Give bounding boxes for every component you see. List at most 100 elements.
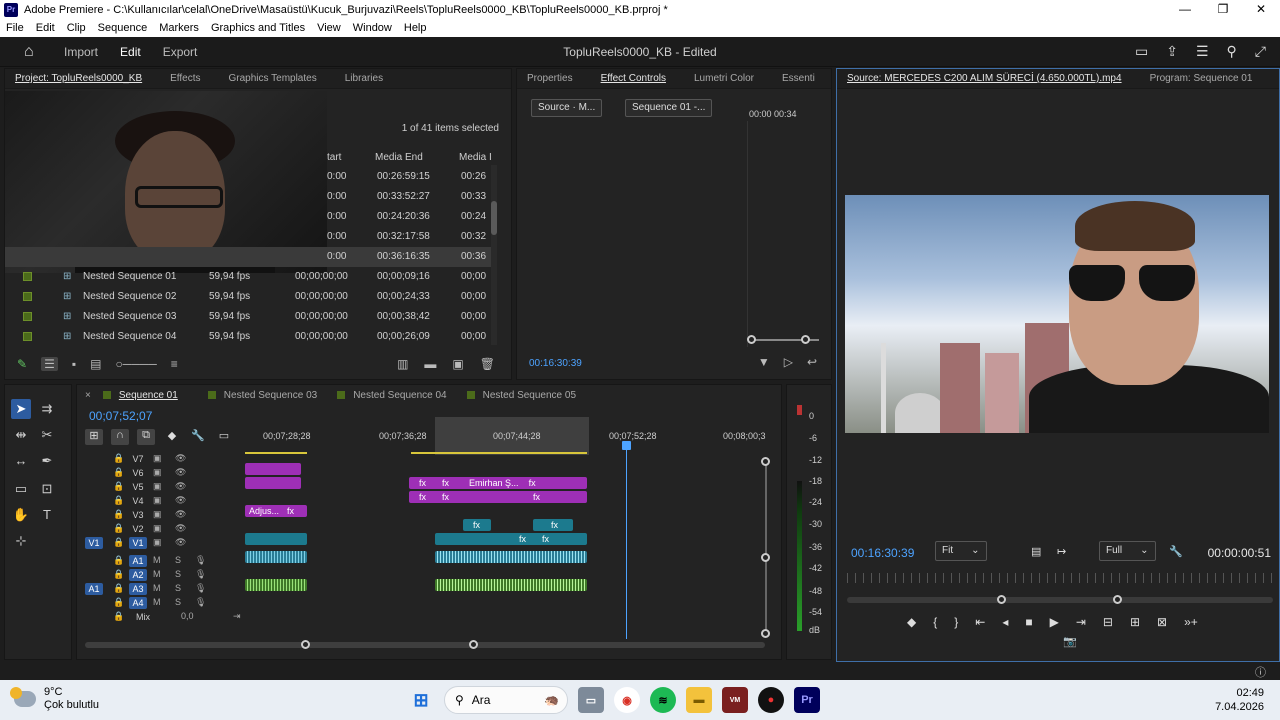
zoom-handle-right[interactable] — [469, 640, 478, 649]
tab-source-monitor[interactable]: Source: MERCEDES C200 ALIM SÜRECİ (4.650… — [847, 73, 1122, 84]
export-frame-settings-icon[interactable]: ⊠ — [1157, 615, 1167, 633]
drag-video-icon[interactable]: ↦ — [1057, 545, 1066, 558]
recording-app-icon[interactable]: ● — [758, 687, 784, 713]
mic-icon[interactable]: 🎙 — [195, 569, 206, 580]
automate-sequence-icon[interactable]: ▥ — [397, 357, 408, 371]
project-scrollbar[interactable] — [491, 165, 497, 345]
solo-icon[interactable]: S — [175, 555, 181, 565]
tab-export[interactable]: Export — [163, 45, 198, 59]
source-timecode[interactable]: 00:16:30:39 — [851, 546, 914, 560]
file-explorer-icon[interactable]: ▬ — [686, 687, 712, 713]
menu-help[interactable]: Help — [404, 22, 427, 34]
clip-a3[interactable] — [435, 579, 587, 591]
zoom-handle-left[interactable] — [301, 640, 310, 649]
go-to-in-icon[interactable]: ⇤ — [975, 615, 985, 633]
play-audio-icon[interactable]: ▷ — [784, 355, 793, 369]
playhead[interactable] — [626, 443, 627, 639]
minimize-button[interactable]: — — [1166, 0, 1204, 19]
clip-a1-left[interactable] — [245, 551, 307, 563]
maximize-button[interactable]: ❐ — [1204, 0, 1242, 19]
tab-effects[interactable]: Effects — [170, 73, 200, 84]
clip-a3-left[interactable] — [245, 579, 307, 591]
lock-icon[interactable]: 🔒 — [113, 537, 124, 548]
mark-in-icon[interactable]: { — [933, 615, 937, 633]
close-button[interactable]: ✕ — [1242, 0, 1280, 19]
list-item[interactable]: ⊞ Nested Sequence 03 59,94 fps 00;00;00;00 0… — [5, 307, 495, 327]
zoom-slider[interactable]: ○──── — [115, 357, 156, 371]
lock-icon[interactable]: 🔒 — [113, 467, 124, 478]
pencil-icon[interactable]: ✎ — [17, 357, 27, 371]
list-item[interactable]: ⊞ Nested Sequence 02 59,94 fps 00;00;00;00 0… — [5, 287, 495, 307]
source-time-ruler[interactable] — [847, 573, 1273, 583]
sync-icon[interactable]: ▣ — [153, 537, 162, 548]
label-color-swatch[interactable] — [23, 292, 32, 301]
icon-view-icon[interactable]: ▪ — [72, 357, 76, 371]
tab-sequence-01[interactable]: Sequence 01 — [102, 390, 178, 401]
list-item[interactable]: 0:00 00:24:20:36 00:24 — [5, 207, 495, 227]
menu-sequence[interactable]: Sequence — [98, 22, 148, 34]
track-header-a3[interactable]: A1 🔒 A3 M S 🎙 — [77, 583, 245, 597]
clip-v2-a[interactable]: fx — [463, 519, 491, 531]
timeline-timecode[interactable]: 00;07;52;07 — [89, 409, 152, 423]
source-zoom-handle-left[interactable] — [997, 595, 1006, 604]
timeline-horizontal-scrollbar[interactable] — [85, 642, 765, 648]
mute-icon[interactable]: M — [153, 569, 161, 579]
add-marker-icon[interactable]: ◆ — [163, 429, 181, 445]
list-item[interactable]: 0:00 00:32:17:58 00:32 — [5, 227, 495, 247]
tab-essential[interactable]: Essenti — [782, 73, 815, 84]
premiere-taskbar-icon[interactable]: Pr — [794, 687, 820, 713]
mute-icon[interactable]: M — [153, 555, 161, 565]
eye-icon[interactable]: 👁 — [175, 523, 186, 534]
tab-program-monitor[interactable]: Program: Sequence 01 — [1150, 73, 1253, 84]
mic-icon[interactable]: 🎙 — [195, 583, 206, 594]
track-header-a2[interactable]: 🔒 A2 M S 🎙 — [77, 569, 245, 583]
freeform-view-icon[interactable]: ▤ — [90, 357, 101, 371]
lock-icon[interactable]: 🔒 — [113, 611, 124, 622]
taskbar-search[interactable]: ⚲ Ara 🦔 — [444, 686, 568, 714]
mute-icon[interactable]: M — [153, 597, 161, 607]
weather-widget[interactable]: 9°C Çok bulutlu — [10, 686, 99, 712]
menu-file[interactable]: File — [6, 22, 24, 34]
search-help-icon[interactable]: ⚲ — [1227, 43, 1237, 60]
loop-icon[interactable]: ↩ — [807, 355, 817, 369]
eye-icon[interactable]: 👁 — [175, 537, 186, 548]
timeline-settings-wrench-icon[interactable]: 🔧 — [189, 429, 207, 445]
play-icon[interactable]: ▶ — [1050, 615, 1059, 633]
mic-icon[interactable]: 🎙 — [195, 555, 206, 566]
new-bin-icon[interactable]: ▬ — [424, 357, 436, 371]
menu-clip[interactable]: Clip — [67, 22, 86, 34]
tab-import[interactable]: Import — [64, 45, 98, 59]
sync-icon[interactable]: ▣ — [153, 523, 162, 534]
solo-icon[interactable]: S — [175, 569, 181, 579]
lock-icon[interactable]: 🔒 — [113, 509, 124, 520]
tab-lumetri-color[interactable]: Lumetri Color — [694, 73, 754, 84]
timeline-vertical-scrollbar[interactable] — [765, 459, 767, 635]
clip-v1[interactable]: fx fx — [435, 533, 587, 545]
linked-selection-icon[interactable]: ⧉ — [137, 429, 155, 445]
label-color-swatch[interactable] — [23, 312, 32, 321]
ec-zoom-handle-right[interactable] — [801, 335, 810, 344]
track-header-a1[interactable]: 🔒 A1 M S 🎙 — [77, 555, 245, 569]
track-header-v1[interactable]: V1 🔒 V1 ▣ 👁 — [77, 537, 245, 551]
eye-icon[interactable]: 👁 — [175, 495, 186, 506]
source-clip-button[interactable]: Source · M... — [531, 99, 603, 117]
track-header-v2[interactable]: 🔒 V2 ▣ 👁 — [77, 523, 245, 537]
clip-v5[interactable]: fx fx Emirhan Ş... fx — [409, 477, 587, 489]
tab-project[interactable]: Project: TopluReels0000_KB — [15, 73, 142, 84]
mix-volume[interactable]: 0,0 — [181, 611, 194, 621]
scroll-handle[interactable] — [761, 629, 770, 638]
lock-icon[interactable]: 🔒 — [113, 569, 124, 580]
new-item-icon[interactable]: ▣ — [452, 357, 463, 371]
home-icon[interactable]: ⌂ — [24, 43, 42, 61]
slip-tool-icon[interactable]: ↔ — [11, 451, 31, 471]
overwrite-clip-icon[interactable]: ⊞ — [1130, 615, 1140, 633]
label-color-swatch[interactable] — [23, 332, 32, 341]
eye-icon[interactable]: 👁 — [175, 509, 186, 520]
solo-icon[interactable]: S — [175, 597, 181, 607]
trash-icon[interactable]: 🗑 — [480, 357, 495, 371]
col-media-duration[interactable]: Media I — [459, 152, 492, 163]
filter-icon[interactable]: ▼ — [758, 355, 770, 369]
track-header-a4[interactable]: 🔒 A4 M S 🎙 — [77, 597, 245, 611]
time-ruler[interactable]: 00;07;28;28 00;07;36;28 00;07;44;28 00;0… — [245, 431, 766, 445]
tab-effect-controls[interactable]: Effect Controls — [601, 73, 666, 84]
